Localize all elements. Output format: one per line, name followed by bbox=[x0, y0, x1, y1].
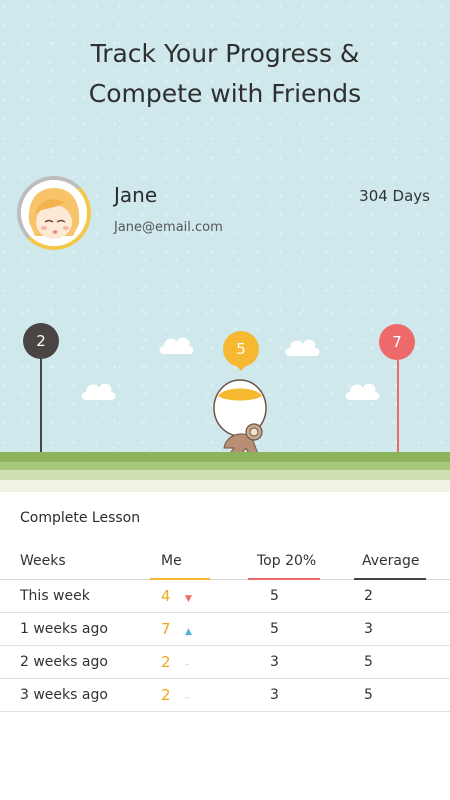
profile-name: Jane bbox=[114, 183, 158, 207]
cell-week: 3 weeks ago bbox=[0, 678, 150, 712]
cell-me: 2– bbox=[150, 645, 244, 679]
me-value: 2 bbox=[161, 652, 171, 671]
balloon-me-yellow: 5 bbox=[223, 331, 259, 367]
underline-top bbox=[248, 577, 320, 580]
underline-average bbox=[354, 577, 426, 580]
section-title: Complete Lesson bbox=[20, 510, 141, 526]
cell-top: 3 bbox=[244, 645, 352, 679]
balloon-string bbox=[40, 358, 42, 458]
progress-table: Weeks Me Top 20% Average This week 4 ▼ 5 … bbox=[0, 543, 450, 712]
column-header-me-label: Me bbox=[161, 552, 182, 569]
trend-up-icon: ▲ bbox=[185, 626, 192, 637]
hero-illustration: Track Your Progress & Compete with Frien… bbox=[0, 0, 450, 492]
table-row: This week 4 ▼ 5 2 bbox=[0, 579, 450, 613]
cloud-icon bbox=[285, 339, 320, 356]
headline-line-2: Compete with Friends bbox=[88, 79, 362, 108]
headline: Track Your Progress & Compete with Frien… bbox=[0, 34, 450, 114]
balloon-top-red: 7 bbox=[379, 324, 415, 360]
column-header-average-label: Average bbox=[362, 552, 420, 569]
cell-top: 3 bbox=[244, 678, 352, 712]
table-row: 2 weeks ago 2– 3 5 bbox=[0, 645, 450, 679]
grass-ground bbox=[0, 452, 450, 492]
trend-flat-icon: – bbox=[185, 692, 190, 703]
cell-top: 5 bbox=[244, 612, 352, 646]
table-row: 3 weeks ago 2– 3 5 bbox=[0, 678, 450, 712]
profile-email: Jane@email.com bbox=[114, 220, 223, 235]
cloud-icon bbox=[159, 337, 194, 354]
underline-me bbox=[150, 577, 210, 580]
cell-average: 2 bbox=[352, 579, 450, 613]
table-row: 1 weeks ago 7 ▲ 5 3 bbox=[0, 612, 450, 646]
cell-week: 1 weeks ago bbox=[0, 612, 150, 646]
avatar-image bbox=[21, 180, 87, 246]
column-header-me: Me bbox=[150, 543, 244, 580]
table-header-row: Weeks Me Top 20% Average bbox=[0, 543, 450, 580]
balloon-friend-dark: 2 bbox=[23, 323, 59, 359]
cell-week: 2 weeks ago bbox=[0, 645, 150, 679]
column-header-weeks: Weeks bbox=[0, 543, 150, 580]
cell-week: This week bbox=[0, 579, 150, 613]
cell-me: 7 ▲ bbox=[150, 612, 244, 646]
headline-line-1: Track Your Progress & bbox=[90, 39, 360, 68]
cell-me: 2– bbox=[150, 678, 244, 712]
cloud-icon bbox=[345, 383, 380, 400]
me-value: 4 bbox=[161, 586, 171, 605]
trend-flat-icon: – bbox=[185, 659, 190, 670]
cell-top: 5 bbox=[244, 579, 352, 613]
column-header-top-label: Top 20% bbox=[257, 552, 317, 569]
column-header-top: Top 20% bbox=[244, 543, 352, 580]
cell-average: 5 bbox=[352, 645, 450, 679]
me-value: 7 bbox=[161, 619, 171, 638]
cloud-icon bbox=[81, 383, 116, 400]
balloon-string bbox=[397, 358, 399, 458]
balloon-pointer bbox=[235, 364, 247, 371]
profile-days-count: 304 Days bbox=[359, 187, 430, 205]
cell-me: 4 ▼ bbox=[150, 579, 244, 613]
cell-average: 5 bbox=[352, 678, 450, 712]
trend-down-icon: ▼ bbox=[185, 593, 192, 604]
avatar[interactable] bbox=[17, 176, 91, 250]
me-value: 2 bbox=[161, 685, 171, 704]
cell-average: 3 bbox=[352, 612, 450, 646]
column-header-average: Average bbox=[352, 543, 450, 580]
